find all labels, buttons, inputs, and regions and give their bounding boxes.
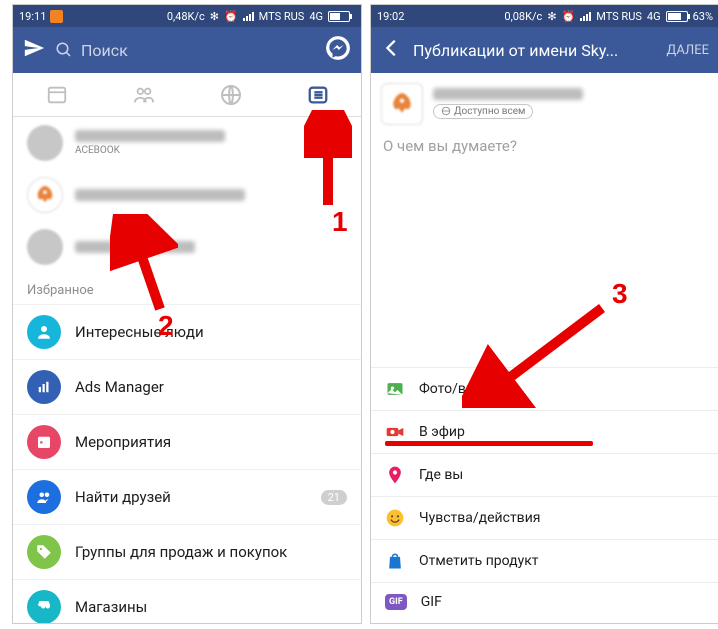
search-placeholder: Поиск	[81, 41, 128, 60]
status-net: 4G	[647, 10, 661, 23]
visibility-label: Доступно всем	[454, 106, 525, 117]
status-battery: 63%	[693, 10, 713, 23]
photo-icon	[385, 379, 405, 399]
profile-row-1[interactable]: ACEBOOK	[13, 117, 361, 169]
status-speed: 0,48K/c	[167, 10, 205, 23]
bluetooth-icon: ✻	[210, 10, 219, 23]
friends-icon	[27, 480, 61, 514]
pin-icon	[385, 465, 405, 485]
back-icon[interactable]	[381, 37, 403, 63]
menu-groups[interactable]: Группы для продаж и покупок	[13, 524, 361, 579]
menu-ads-manager[interactable]: Ads Manager	[13, 359, 361, 414]
composer-placeholder[interactable]: О чем вы думаете?	[371, 135, 718, 167]
status-bar: 19:02 0,08K/c ✻ ⏰ MTS RUS 4G 63%	[371, 5, 718, 27]
status-carrier: MTS RUS	[259, 10, 305, 23]
menu-shops[interactable]: Магазины	[13, 579, 361, 624]
menu-interesting-people[interactable]: Интересные люди	[13, 304, 361, 359]
smile-icon	[385, 508, 405, 528]
page-name-blurred	[433, 88, 583, 100]
profile-name-blurred	[75, 241, 195, 253]
status-carrier: MTS RUS	[596, 10, 642, 23]
people-icon	[27, 315, 61, 349]
tab-menu[interactable]	[274, 73, 361, 116]
option-label: GIF	[421, 594, 442, 610]
profile-row-3[interactable]	[13, 221, 361, 273]
profile-row-2[interactable]	[13, 169, 361, 221]
avatar	[27, 229, 63, 265]
chart-icon	[27, 370, 61, 404]
page-avatar-rocket-icon	[381, 83, 423, 125]
avatar-rocket-icon	[27, 177, 63, 213]
status-net: 4G	[309, 10, 323, 23]
signal-icon	[580, 12, 591, 21]
option-photo-video[interactable]: Фото/видео	[371, 367, 718, 410]
option-label: Отметить продукт	[419, 553, 539, 569]
friends-badge: 21	[321, 490, 347, 505]
menu-label: Группы для продаж и покупок	[75, 543, 347, 561]
battery-icon	[328, 11, 350, 22]
tab-row	[13, 73, 361, 117]
alarm-icon: ⏰	[224, 10, 238, 23]
phone-right-composer: 19:02 0,08K/c ✻ ⏰ MTS RUS 4G 63% Публика…	[370, 4, 718, 624]
option-label: Чувства/действия	[419, 510, 540, 526]
page-title: Публикации от имени Sky...	[413, 41, 657, 60]
annotation-underline	[385, 441, 593, 446]
phone-left-menu: 19:11 0,48K/c ✻ ⏰ MTS RUS 4G Поиск	[12, 4, 362, 624]
status-time: 19:11	[19, 10, 46, 23]
search-icon	[55, 41, 73, 59]
globe-icon	[441, 106, 451, 116]
menu-label: Найти друзей	[75, 488, 307, 506]
option-label: В эфир	[419, 424, 465, 440]
gif-icon: GIF	[385, 594, 407, 610]
option-label: Где вы	[419, 467, 463, 483]
status-speed: 0,08K/c	[504, 10, 542, 23]
option-gif[interactable]: GIF GIF	[371, 582, 718, 621]
messenger-icon[interactable]	[325, 35, 351, 65]
send-icon[interactable]	[23, 37, 45, 63]
app-header: Поиск	[13, 27, 361, 73]
menu-events[interactable]: Мероприятия	[13, 414, 361, 469]
live-icon	[385, 422, 405, 442]
menu-label: Интересные люди	[75, 323, 347, 341]
next-button[interactable]: ДАЛЕЕ	[667, 43, 709, 58]
tab-friends[interactable]	[100, 73, 187, 116]
menu-label: Мероприятия	[75, 433, 347, 451]
visibility-chip[interactable]: Доступно всем	[433, 104, 533, 119]
composer-header: Доступно всем	[371, 73, 718, 135]
battery-icon	[666, 11, 688, 22]
favorites-label: Избранное	[13, 273, 361, 304]
search-input[interactable]: Поиск	[55, 41, 315, 60]
bluetooth-icon: ✻	[547, 10, 556, 23]
composer-body[interactable]	[371, 167, 718, 367]
tag-icon	[27, 535, 61, 569]
tab-feed[interactable]	[13, 73, 100, 116]
profile-sub: ACEBOOK	[75, 145, 347, 156]
menu-label: Ads Manager	[75, 378, 347, 396]
bag-icon	[385, 551, 405, 571]
notification-icon	[50, 10, 63, 23]
signal-icon	[243, 12, 254, 21]
profile-name-blurred	[75, 189, 245, 201]
avatar	[27, 125, 63, 161]
tab-globe[interactable]	[187, 73, 274, 116]
app-header: Публикации от имени Sky... ДАЛЕЕ	[371, 27, 718, 73]
alarm-icon: ⏰	[562, 10, 576, 23]
option-product[interactable]: Отметить продукт	[371, 539, 718, 582]
profile-name-blurred	[75, 130, 225, 142]
calendar-icon	[27, 425, 61, 459]
option-label: Фото/видео	[419, 381, 498, 397]
status-bar: 19:11 0,48K/c ✻ ⏰ MTS RUS 4G	[13, 5, 361, 27]
menu-label: Магазины	[75, 598, 347, 616]
option-location[interactable]: Где вы	[371, 453, 718, 496]
option-feeling[interactable]: Чувства/действия	[371, 496, 718, 539]
option-live[interactable]: В эфир	[371, 410, 718, 453]
status-time: 19:02	[377, 10, 404, 23]
menu-find-friends[interactable]: Найти друзей 21	[13, 469, 361, 524]
shop-icon	[27, 590, 61, 624]
